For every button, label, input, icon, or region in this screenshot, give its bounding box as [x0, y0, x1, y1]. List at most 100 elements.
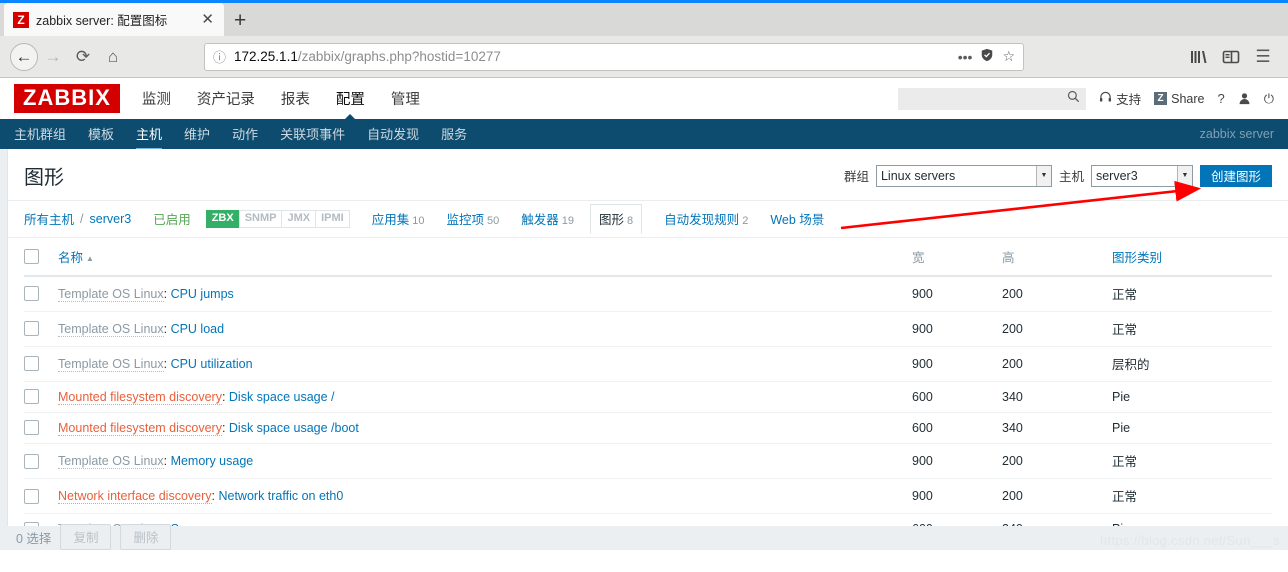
row-checkbox[interactable] [24, 286, 39, 302]
back-icon[interactable]: ← [10, 42, 38, 71]
bulk-action-bar: 0 选择 复制 删除 [0, 524, 1288, 550]
home-icon[interactable]: ⌂ [98, 42, 128, 72]
more-options-icon[interactable]: ••• [958, 49, 973, 65]
group-filter-label: 群组 [843, 170, 869, 184]
subnav-maintenance[interactable]: 维护 [184, 117, 210, 151]
browser-tab[interactable]: Z zabbix server: 配置图标 ✕ [4, 3, 224, 36]
search-input[interactable] [904, 90, 1068, 107]
discovery-rule-link[interactable]: Network interface discovery [58, 488, 212, 504]
protocol-badges: ZBX SNMP JMX IPMI [205, 209, 350, 228]
badge-ipmi: IPMI [315, 209, 350, 228]
graph-name-cell: Template OS Linux: Swap usage [58, 513, 912, 526]
graph-link[interactable]: CPU load [171, 322, 225, 336]
hamburger-menu-icon[interactable]: ☰ [1248, 42, 1278, 72]
tab-items-count: 50 [487, 215, 500, 227]
row-checkbox[interactable] [24, 356, 39, 372]
nav-inventory[interactable]: 资产记录 [197, 77, 255, 121]
url-text: 172.25.1.1/zabbix/graphs.php?hostid=1027… [234, 49, 950, 64]
copy-button[interactable]: 复制 [60, 524, 112, 550]
host-status-label: 已启用 [153, 213, 191, 227]
table-row: Network interface discovery: Network tra… [24, 478, 1272, 515]
template-link[interactable]: Template OS Linux [58, 356, 164, 372]
tab-discovery-rules[interactable]: 自动发现规则 2 [664, 209, 748, 228]
forward-icon[interactable]: → [38, 42, 68, 72]
library-icon[interactable] [1184, 42, 1214, 72]
select-all-checkbox[interactable] [24, 249, 39, 265]
subnav-hosts[interactable]: 主机 [136, 117, 163, 151]
sort-ascending-icon: ▲ [86, 254, 94, 264]
graph-height-cell: 340 [1002, 513, 1112, 526]
tab-web-scenarios-label: Web 场景 [770, 213, 825, 227]
breadcrumb-all-hosts[interactable]: 所有主机 [24, 209, 74, 228]
discovery-rule-link[interactable]: Mounted filesystem discovery [58, 420, 222, 436]
chevron-down-icon[interactable]: ▼ [1176, 165, 1192, 186]
graph-name-cell: Network interface discovery: Network tra… [58, 478, 912, 515]
help-icon[interactable]: ? [1217, 91, 1224, 106]
search-box[interactable] [898, 87, 1087, 110]
tab-graphs[interactable]: 图形 8 [590, 204, 643, 234]
graph-link[interactable]: Memory usage [171, 454, 254, 468]
sidebar-icon[interactable] [1216, 42, 1246, 72]
row-checkbox[interactable] [24, 453, 39, 469]
nav-administration[interactable]: 管理 [391, 77, 420, 121]
nav-monitoring[interactable]: 监测 [142, 77, 171, 121]
graph-name-cell: Template OS Linux: CPU load [58, 311, 912, 347]
signout-icon[interactable]: ⏻ [1264, 91, 1274, 107]
tab-applications[interactable]: 应用集 10 [372, 209, 425, 228]
graph-link[interactable]: Network traffic on eth0 [218, 489, 343, 503]
reload-icon[interactable]: ⟳ [68, 42, 98, 72]
breadcrumb: 所有主机 / server3 已启用 ZBX SNMP JMX IPMI 应用集… [8, 201, 1288, 238]
discovery-rule-link[interactable]: Mounted filesystem discovery [58, 389, 222, 405]
breadcrumb-host[interactable]: server3 [90, 212, 132, 226]
row-checkbox[interactable] [24, 488, 39, 504]
tab-graphs-label: 图形 [599, 213, 625, 227]
subnav-correlation[interactable]: 关联项事件 [280, 117, 345, 151]
subnav-actions[interactable]: 动作 [232, 117, 258, 151]
shield-icon[interactable] [980, 48, 994, 65]
zabbix-logo[interactable]: ZABBIX [14, 84, 120, 113]
new-tab-button[interactable]: + [224, 10, 256, 36]
tab-graphs-count: 8 [627, 215, 634, 227]
row-checkbox[interactable] [24, 389, 39, 405]
nav-reports[interactable]: 报表 [281, 77, 310, 121]
template-link[interactable]: Template OS Linux [58, 453, 164, 469]
search-icon[interactable] [1067, 90, 1080, 108]
host-select-value: server3 [1095, 168, 1138, 183]
close-icon[interactable]: ✕ [199, 12, 216, 27]
user-profile-icon[interactable] [1238, 92, 1251, 105]
tab-web-scenarios[interactable]: Web 场景 [770, 209, 824, 228]
tab-triggers[interactable]: 触发器 19 [521, 209, 574, 228]
chevron-down-icon[interactable]: ▼ [1035, 165, 1051, 186]
nav-configuration[interactable]: 配置 [336, 77, 365, 121]
graph-type-cell: 正常 [1112, 311, 1272, 347]
subnav-services[interactable]: 服务 [441, 117, 467, 151]
url-bar[interactable]: ⓘ 172.25.1.1/zabbix/graphs.php?hostid=10… [204, 42, 1024, 71]
template-link[interactable]: Template OS Linux [58, 286, 164, 302]
content-card: 图形 群组 Linux servers ▼ 主机 server3 ▼ 创建图形 … [8, 149, 1288, 526]
host-filter-label: 主机 [1058, 170, 1084, 184]
row-checkbox[interactable] [24, 321, 39, 337]
row-checkbox[interactable] [24, 420, 39, 436]
support-link[interactable]: 支持 [1099, 89, 1141, 108]
page-info-icon[interactable]: ⓘ [213, 47, 226, 66]
create-graph-button[interactable]: 创建图形 [1199, 164, 1272, 187]
share-link[interactable]: Z Share [1154, 92, 1204, 106]
row-select-cell [24, 346, 58, 382]
bookmark-star-icon[interactable]: ☆ [1002, 48, 1015, 65]
badge-zbx: ZBX [205, 209, 240, 228]
graph-link[interactable]: Disk space usage / [229, 390, 335, 404]
graph-link[interactable]: CPU jumps [171, 287, 234, 301]
graph-link[interactable]: Disk space usage /boot [229, 421, 359, 435]
template-link[interactable]: Template OS Linux [58, 321, 164, 337]
group-select-value: Linux servers [880, 168, 956, 183]
host-select[interactable]: server3 ▼ [1090, 164, 1193, 187]
tab-items[interactable]: 监控项 50 [447, 209, 500, 228]
header-name[interactable]: 名称 ▲ [58, 238, 912, 277]
delete-button[interactable]: 删除 [120, 524, 172, 550]
header-graph-type[interactable]: 图形类别 [1112, 238, 1272, 277]
subnav-discovery[interactable]: 自动发现 [367, 117, 419, 151]
subnav-templates[interactable]: 模板 [88, 117, 114, 151]
group-select[interactable]: Linux servers ▼ [875, 164, 1052, 187]
subnav-host-groups[interactable]: 主机群组 [14, 117, 66, 151]
graph-link[interactable]: CPU utilization [171, 357, 253, 371]
